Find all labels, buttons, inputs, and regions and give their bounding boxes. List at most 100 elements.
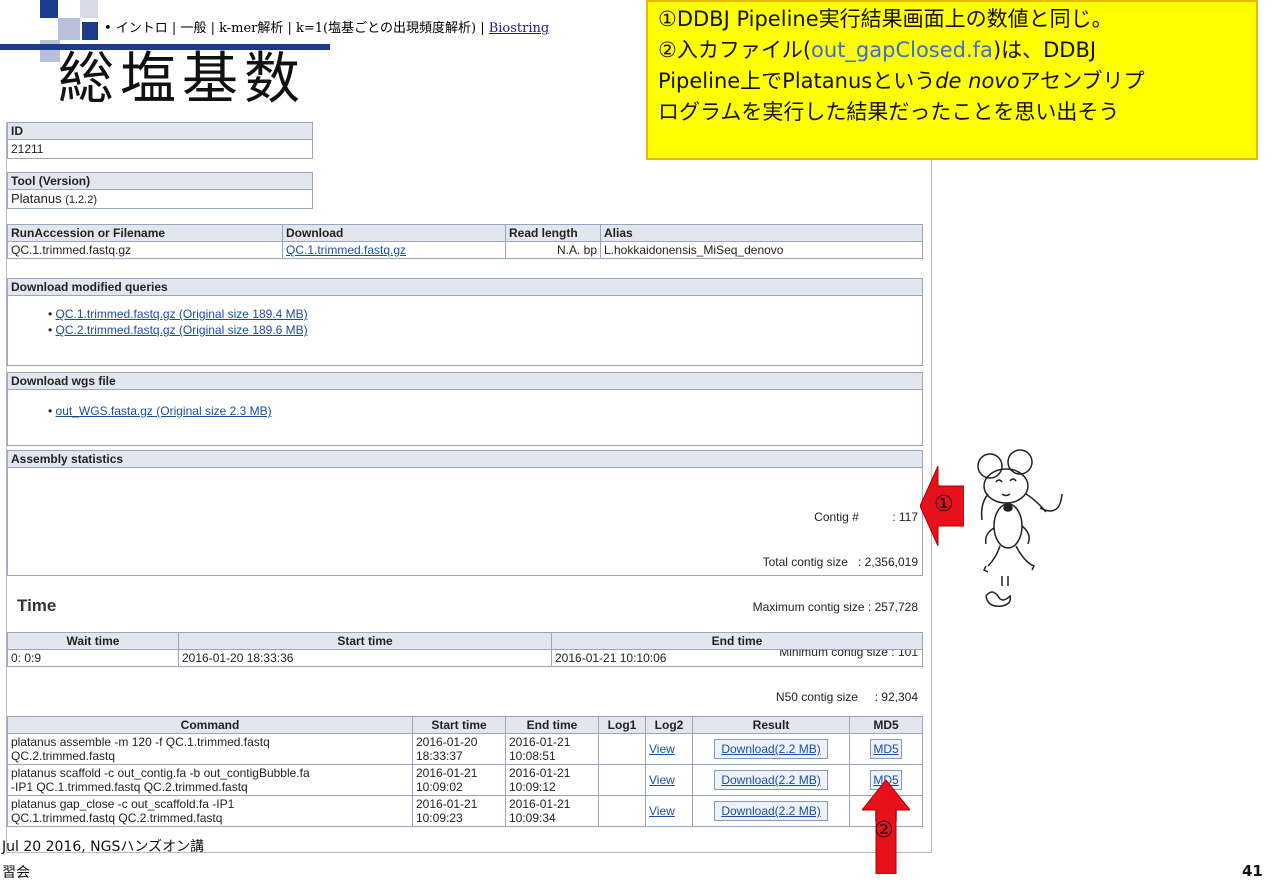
run-alias: L.hokkaidonensis_MiSeq_denovo (600, 241, 923, 259)
modified-queries-body: • QC.1.trimmed.fastq.gz (Original size 1… (7, 296, 923, 366)
cmd-start-time: 18:33:37 (416, 749, 463, 763)
decor-square (82, 22, 98, 40)
command-row: platanus assemble -m 120 -f QC.1.trimmed… (7, 733, 923, 765)
id-label: ID (7, 122, 313, 140)
time-wait: 0: 0:9 (7, 649, 179, 667)
cmd-log2: View (645, 733, 693, 765)
callout-line: ログラムを実行した結果だったことを思い出そう (658, 100, 1120, 124)
cmd-start-date: 2016-01-21 (416, 766, 478, 780)
marker-arrow-1: ① (919, 465, 965, 547)
assembly-section: Assembly statistics Contig # : 117 Total… (7, 450, 923, 704)
breadcrumb: • イントロ | 一般 | k-mer解析 | k=1(塩基ごとの出現頻度解析)… (104, 20, 664, 38)
cmd-result: Download(2.2 MB) (692, 795, 850, 827)
assembly-body: Contig # : 117 Total contig size : 2,356… (7, 468, 923, 704)
tool-name: Platanus (11, 191, 62, 206)
cmd-start: 2016-01-20 18:33:37 (412, 733, 506, 765)
view-log-link[interactable]: View (649, 804, 675, 818)
footer-date: Jul 20 2016, NGSハンズオン講 習会 (2, 836, 204, 882)
cmd-line: -IP1 QC.1.trimmed.fastq QC.2.trimmed.fas… (11, 780, 248, 794)
callout-text: アセンブリプ (1019, 69, 1145, 93)
view-log-link[interactable]: View (649, 773, 675, 787)
cmd-header-end: End time (505, 716, 599, 734)
cmd-end: 2016-01-21 10:09:12 (505, 764, 599, 796)
stat-n50: N50 contig size : 92,304 (775, 690, 918, 704)
cmd-start-date: 2016-01-20 (416, 735, 478, 749)
cmd-line: QC.2.trimmed.fastq (11, 749, 116, 763)
cmd-md5: MD5 (849, 733, 923, 765)
cmd-end-time: 10:09:34 (509, 811, 556, 825)
cmd-header-result: Result (692, 716, 850, 734)
assembly-stats: Contig # : 117 Total contig size : 2,356… (753, 480, 918, 735)
stat-total-size: Total contig size : 2,356,019 (762, 555, 918, 569)
callout-text: )は、DDBJ (992, 38, 1097, 62)
cmd-log1 (598, 733, 646, 765)
marker-one-label: ① (934, 492, 954, 517)
download-result-button[interactable]: Download(2.2 MB) (714, 739, 828, 759)
view-log-link[interactable]: View (649, 742, 675, 756)
cmd-start: 2016-01-21 10:09:02 (412, 764, 506, 796)
decor-square (58, 18, 80, 40)
mouse-mascot-icon (970, 448, 1070, 614)
wgs-body: • out_WGS.fasta.gz (Original size 2.3 MB… (7, 390, 923, 446)
command-table: Command Start time End time Log1 Log2 Re… (7, 716, 923, 827)
stat-max-size: Maximum contig size : 257,728 (752, 600, 918, 614)
cmd-header-start: Start time (412, 716, 506, 734)
run-readlength: N.A. bp (505, 241, 601, 259)
wgs-section: Download wgs file • out_WGS.fasta.gz (Or… (7, 372, 923, 446)
id-value: 21211 (7, 140, 313, 159)
cmd-text: platanus scaffold -c out_contig.fa -b ou… (7, 764, 413, 796)
time-header-end: End time (551, 632, 923, 650)
tool-label: Tool (Version) (7, 172, 313, 190)
callout-text: ②入カファイル( (658, 38, 812, 62)
modified-query-link[interactable]: QC.1.trimmed.fastq.gz (Original size 189… (56, 307, 308, 321)
callout-line: ②入カファイル(out_gapClosed.fa)は、DDBJ (658, 35, 1246, 66)
run-header-alias: Alias (600, 224, 923, 242)
modified-query-link[interactable]: QC.2.trimmed.fastq.gz (Original size 189… (56, 323, 308, 337)
cmd-end-date: 2016-01-21 (509, 797, 571, 811)
time-header-wait: Wait time (7, 632, 179, 650)
cmd-header-command: Command (7, 716, 413, 734)
time-start: 2016-01-20 18:33:36 (178, 649, 552, 667)
footer-line: Jul 20 2016, NGSハンズオン講 (2, 839, 205, 855)
wgs-header: Download wgs file (7, 372, 923, 390)
run-table: RunAccession or Filename Download Read l… (7, 224, 923, 259)
cmd-log2: View (645, 795, 693, 827)
cmd-end-date: 2016-01-21 (509, 735, 571, 749)
md5-button[interactable]: MD5 (870, 739, 902, 759)
cmd-start-time: 10:09:23 (416, 811, 463, 825)
callout-line: Pipeline上でPlatanusというde novoアセンブリプ (658, 66, 1246, 97)
callout-line: ①DDBJ Pipeline実行結果画面上の数値と同じ。 (658, 7, 1113, 31)
breadcrumb-link[interactable]: Biostring (489, 21, 550, 36)
cmd-line: platanus assemble -m 120 -f QC.1.trimmed… (11, 735, 270, 749)
run-header-readlength: Read length (505, 224, 601, 242)
id-box: ID 21211 (7, 122, 313, 159)
cmd-text: platanus assemble -m 120 -f QC.1.trimmed… (7, 733, 413, 765)
slide-title: 総塩基数 (58, 47, 306, 112)
modified-query-item: • QC.2.trimmed.fastq.gz (Original size 1… (48, 323, 308, 337)
download-result-button[interactable]: Download(2.2 MB) (714, 770, 828, 790)
cmd-start: 2016-01-21 10:09:23 (412, 795, 506, 827)
page-number: 41 (1242, 862, 1263, 880)
download-result-button[interactable]: Download(2.2 MB) (714, 801, 828, 821)
run-download-cell: QC.1.trimmed.fastq.gz (282, 241, 506, 259)
command-row: platanus scaffold -c out_contig.fa -b ou… (7, 764, 923, 796)
callout-filename: out_gapClosed.fa (811, 38, 993, 62)
callout-text: Pipeline上でPlatanusという (658, 69, 936, 93)
cmd-line: platanus scaffold -c out_contig.fa -b ou… (11, 766, 310, 780)
cmd-end-time: 10:08:51 (509, 749, 556, 763)
cmd-end: 2016-01-21 10:08:51 (505, 733, 599, 765)
modified-query-item: • QC.1.trimmed.fastq.gz (Original size 1… (48, 307, 308, 321)
cmd-log1 (598, 795, 646, 827)
run-download-link[interactable]: QC.1.trimmed.fastq.gz (286, 243, 406, 257)
footer-line: 習会 (2, 865, 30, 881)
cmd-line: QC.1.trimmed.fastq QC.2.trimmed.fastq (11, 811, 223, 825)
wgs-link[interactable]: out_WGS.fasta.gz (Original size 2.3 MB) (56, 404, 272, 418)
tool-value: Platanus (1.2.2) (7, 190, 313, 209)
tool-version: (1.2.2) (65, 194, 98, 206)
callout-italic: de novo (935, 69, 1020, 93)
time-table: Wait time Start time End time 0: 0:9 201… (7, 632, 923, 667)
run-header-filename: RunAccession or Filename (7, 224, 283, 242)
assembly-header: Assembly statistics (7, 450, 923, 468)
cmd-log1 (598, 764, 646, 796)
cmd-end-time: 10:09:12 (509, 780, 556, 794)
